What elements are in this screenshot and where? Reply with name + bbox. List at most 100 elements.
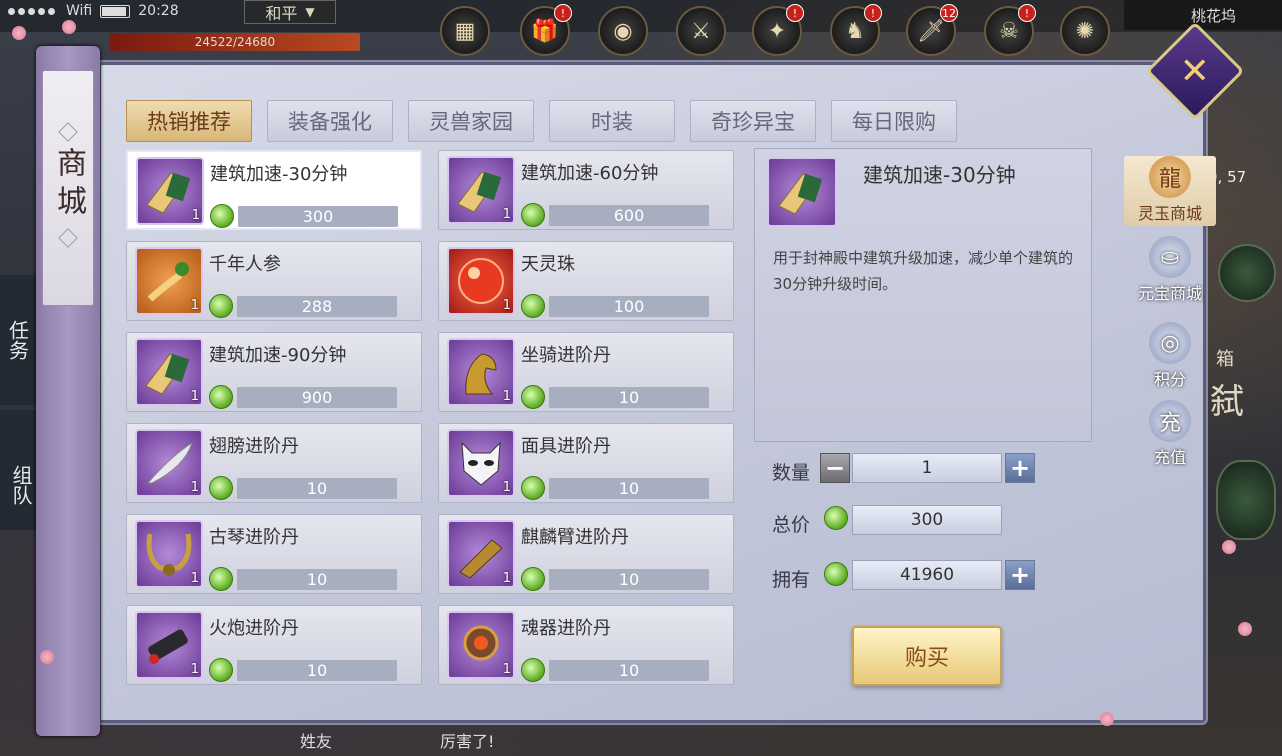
shop-item[interactable]: 1 千年人参 288 <box>126 241 422 321</box>
item-quantity: 1 <box>502 662 511 677</box>
tab-1[interactable]: 装备强化 <box>267 100 393 142</box>
alert-badge: ! <box>554 4 572 22</box>
tab-label: 灵兽家园 <box>429 110 513 134</box>
total-price-field: 300 <box>852 505 1002 535</box>
shop-item[interactable]: 1 坐骑进阶丹 10 <box>438 332 734 412</box>
item-price: 10 <box>549 387 709 408</box>
nav-ingot[interactable]: ⛀ 元宝商城 <box>1124 236 1216 306</box>
detail-description: 用于封神殿中建筑升级加速，减少单个建筑的30分钟升级时间。 <box>773 249 1074 293</box>
item-quantity: 1 <box>502 480 511 495</box>
item-name: 古琴进阶丹 <box>209 527 299 548</box>
attack-button[interactable] <box>1216 460 1276 540</box>
blossom-icon <box>1238 622 1252 636</box>
item-quantity: 1 <box>190 298 199 313</box>
gift-icon[interactable]: 🎁! <box>520 4 572 56</box>
battery-icon <box>100 4 131 18</box>
skill-button[interactable] <box>1218 244 1276 302</box>
blossom-icon <box>1100 712 1114 726</box>
tab-4[interactable]: 奇珍异宝 <box>690 100 816 142</box>
jade-coin-icon <box>209 658 233 682</box>
shop-item[interactable]: 1 火炮进阶丹 10 <box>126 605 422 685</box>
buy-button[interactable]: 购买 <box>852 626 1002 686</box>
cannon-icon: 1 <box>135 611 203 679</box>
task-tab[interactable]: 任务 <box>0 275 36 405</box>
tab-0[interactable]: 热销推荐 <box>126 100 252 142</box>
location-label: 桃花坞 <box>1124 0 1282 30</box>
scroll-icon <box>767 157 837 227</box>
warrior-icon[interactable]: ⚔ <box>676 6 726 56</box>
tab-3[interactable]: 时装 <box>549 100 675 142</box>
item-name: 翅膀进阶丹 <box>209 436 299 457</box>
shop-item[interactable]: 1 天灵珠 100 <box>438 241 734 321</box>
tab-5[interactable]: 每日限购 <box>831 100 957 142</box>
item-name: 火炮进阶丹 <box>209 618 299 639</box>
count-badge: 12 <box>940 4 958 22</box>
wifi-label: Wifi <box>66 3 93 19</box>
nav-dragon[interactable]: 龍灵玉商城 <box>1124 156 1216 226</box>
item-quantity: 1 <box>502 207 511 222</box>
hp-text: 24522/24680 <box>194 35 276 49</box>
item-name: 建筑加速-30分钟 <box>210 164 348 185</box>
amulet-icon: 1 <box>447 611 515 679</box>
shop-title-scroll: 商城 <box>42 70 94 306</box>
item-name: 天灵珠 <box>521 254 575 275</box>
item-price: 10 <box>237 569 397 590</box>
jade-coin-icon <box>521 203 545 227</box>
total-label: 总价 <box>772 514 811 536</box>
ingot-icon: ⛀ <box>1149 236 1191 278</box>
skull-icon[interactable]: ☠! <box>984 4 1036 56</box>
scroll-icon: 1 <box>447 156 515 224</box>
nav-label: 充值 <box>1153 448 1186 467</box>
nav-charge[interactable]: 充充值 <box>1124 400 1216 470</box>
pk-mode-dropdown[interactable]: 和平 ▼ <box>244 0 336 24</box>
clock: 20:28 <box>138 3 179 19</box>
nav-bag[interactable]: ◎ 积分 <box>1124 322 1216 392</box>
jade-coin-icon <box>824 562 848 586</box>
item-price: 288 <box>237 296 397 317</box>
compass-icon[interactable]: ✺ <box>1060 6 1110 56</box>
shop-item[interactable]: 1 古琴进阶丹 10 <box>126 514 422 594</box>
activity-icon[interactable]: ◉ <box>598 6 648 56</box>
shop-item[interactable]: 1 翅膀进阶丹 10 <box>126 423 422 503</box>
blossom-icon <box>62 20 76 34</box>
recharge-plus-button[interactable]: + <box>1005 560 1035 590</box>
blossom-icon <box>40 650 54 664</box>
calendar-icon[interactable]: ▦ <box>440 6 490 56</box>
team-tab[interactable]: 组队 <box>0 410 36 530</box>
item-quantity: 1 <box>502 571 511 586</box>
shop-item[interactable]: 1 魂器进阶丹 10 <box>438 605 734 685</box>
increase-button[interactable]: + <box>1005 453 1035 483</box>
jade-coin-icon <box>521 294 545 318</box>
item-name: 坐骑进阶丹 <box>521 345 611 366</box>
quantity-field[interactable]: 1 <box>852 453 1002 483</box>
item-price: 10 <box>237 478 397 499</box>
item-price: 10 <box>237 660 397 681</box>
item-price: 600 <box>549 205 709 226</box>
horse-icon: 1 <box>447 338 515 406</box>
shop-item[interactable]: 1 建筑加速-90分钟 900 <box>126 332 422 412</box>
event-icon[interactable]: ✦! <box>752 4 804 56</box>
alert-badge: ! <box>786 4 804 22</box>
pk-mode-label: 和平 <box>265 4 298 23</box>
beast-icon[interactable]: ♞! <box>830 4 882 56</box>
team-label: 组队 <box>9 465 33 505</box>
shop-item[interactable]: 1 面具进阶丹 10 <box>438 423 734 503</box>
item-name: 面具进阶丹 <box>521 436 611 457</box>
decrease-button[interactable]: − <box>820 453 850 483</box>
sword-icon[interactable]: 🗡 12 <box>906 4 958 56</box>
detail-title: 建筑加速-30分钟 <box>863 163 1016 187</box>
item-name: 麒麟臂进阶丹 <box>521 527 629 548</box>
owned-label: 拥有 <box>772 569 811 591</box>
shop-item[interactable]: 1 建筑加速-30分钟 300 <box>126 150 422 230</box>
item-quantity: 1 <box>502 389 511 404</box>
nav-label: 积分 <box>1153 370 1186 389</box>
shop-item[interactable]: 1 麒麟臂进阶丹 10 <box>438 514 734 594</box>
item-quantity: 1 <box>502 298 511 313</box>
dragon-icon: 龍 <box>1149 156 1191 198</box>
shop-item[interactable]: 1 建筑加速-60分钟 600 <box>438 150 734 230</box>
chevron-down-icon: ▼ <box>305 5 315 19</box>
tab-2[interactable]: 灵兽家园 <box>408 100 534 142</box>
quantity-label: 数量 <box>772 462 811 484</box>
item-quantity: 1 <box>190 571 199 586</box>
chat-message: 厉害了! <box>440 732 495 751</box>
